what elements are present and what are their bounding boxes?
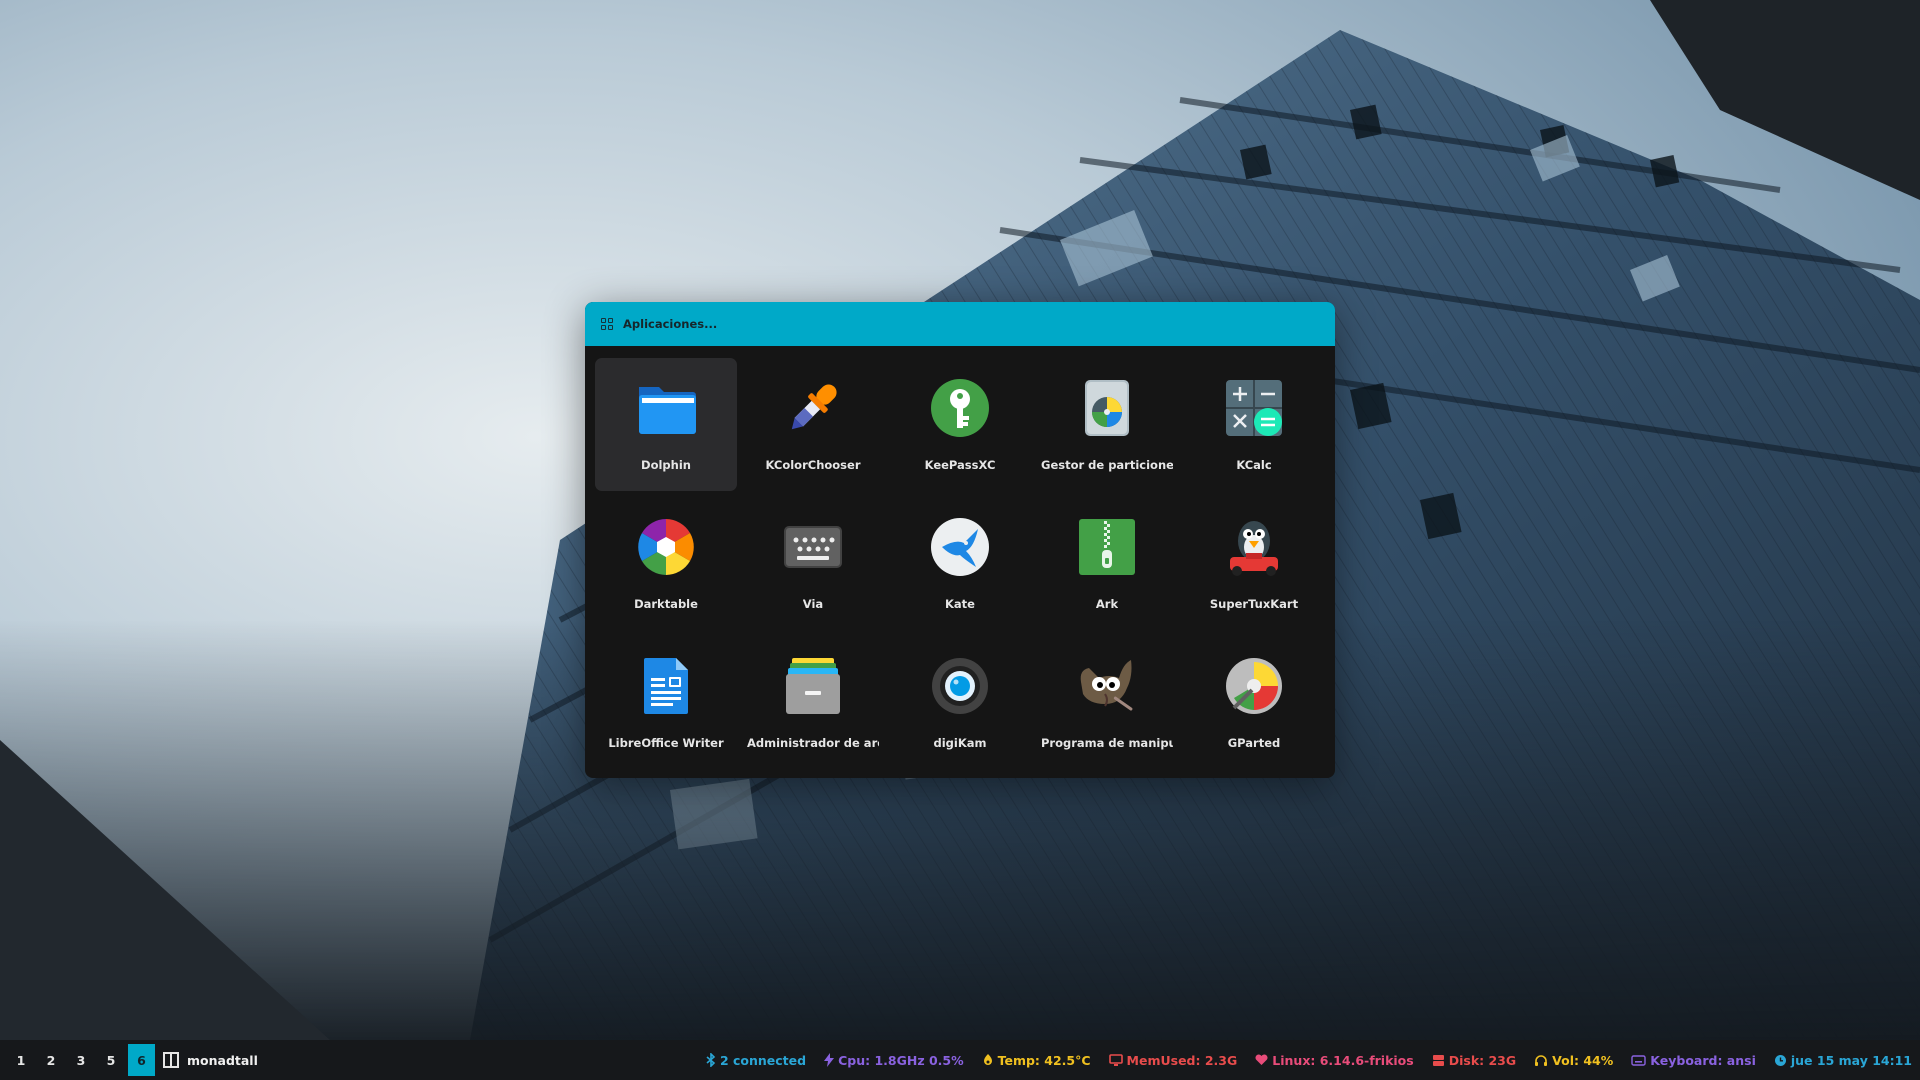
launcher-header[interactable]: Aplicaciones...	[585, 302, 1335, 346]
app-file-manager[interactable]: Administrador de arc...	[742, 636, 884, 769]
app-partitionmanager[interactable]: Gestor de particione...	[1036, 358, 1178, 491]
app-darktable[interactable]: Darktable	[595, 497, 737, 630]
memory-text: MemUsed: 2.3G	[1126, 1052, 1238, 1068]
app-dolphin[interactable]: Dolphin	[595, 358, 737, 491]
file-cabinet-icon	[781, 654, 845, 718]
disk-icon	[1432, 1054, 1444, 1066]
archive-zipper-icon	[1075, 515, 1139, 579]
keyboard-layout-text: Keyboard: ansi	[1650, 1052, 1756, 1068]
disk-widget[interactable]: Disk: 23G	[1432, 1053, 1516, 1068]
app-label: KeePassXC	[924, 458, 996, 472]
bluetooth-icon	[706, 1053, 716, 1067]
temp-text: Temp: 42.5°C	[997, 1052, 1091, 1068]
app-label: Kate	[945, 597, 975, 611]
bluetooth-widget[interactable]: 2 connected	[706, 1053, 806, 1068]
app-digikam[interactable]: digiKam	[889, 636, 1031, 769]
partition-manager-disk-icon	[1075, 376, 1139, 440]
keyboard-small-icon	[1631, 1054, 1646, 1066]
workspace-switcher: 1 2 3 5 6	[0, 1040, 155, 1080]
grid-icon	[601, 318, 613, 330]
keyboard-layout-widget[interactable]: Keyboard: ansi	[1631, 1053, 1756, 1068]
keepassxc-key-icon	[928, 376, 992, 440]
thermometer-icon	[983, 1054, 992, 1065]
app-label: KCalc	[1236, 458, 1272, 472]
gimp-wilber-icon	[1075, 654, 1139, 718]
writer-document-icon	[634, 654, 698, 718]
app-label: Dolphin	[641, 458, 691, 472]
temp-widget[interactable]: Temp: 42.5°C	[982, 1053, 1091, 1068]
clock-widget[interactable]: jue 15 may 14:11	[1774, 1053, 1912, 1068]
color-picker-icon	[781, 376, 845, 440]
cpu-widget[interactable]: Cpu: 1.8GHz 0.5%	[824, 1053, 964, 1068]
clock-text: jue 15 may 14:11	[1790, 1052, 1912, 1068]
launcher-title: Aplicaciones...	[623, 317, 718, 331]
layout-icon	[163, 1052, 179, 1068]
volume-widget[interactable]: Vol: 44%	[1534, 1053, 1613, 1068]
app-label: SuperTuxKart	[1209, 597, 1299, 611]
monitor-icon	[1108, 1053, 1123, 1066]
app-kate[interactable]: Kate	[889, 497, 1031, 630]
cpu-text: Cpu: 1.8GHz 0.5%	[838, 1052, 964, 1068]
bluetooth-text: 2 connected	[719, 1052, 807, 1068]
layout-indicator[interactable]: monadtall	[163, 1052, 258, 1068]
workspace-3[interactable]: 3	[66, 1044, 96, 1076]
app-gparted[interactable]: GParted	[1183, 636, 1325, 769]
bolt-icon	[824, 1053, 835, 1067]
keyboard-icon	[781, 515, 845, 579]
app-libreoffice-writer[interactable]: LibreOffice Writer	[595, 636, 737, 769]
app-label: digiKam	[933, 736, 987, 750]
kernel-text: Linux: 6.14.6-frikios	[1272, 1052, 1414, 1068]
app-gimp[interactable]: Programa de manipu...	[1036, 636, 1178, 769]
app-label: LibreOffice Writer	[608, 736, 724, 750]
app-kcalc[interactable]: KCalc	[1183, 358, 1325, 491]
workspace-2[interactable]: 2	[36, 1044, 66, 1076]
app-label: KColorChooser	[765, 458, 861, 472]
gparted-disk-icon	[1222, 654, 1286, 718]
workspace-1[interactable]: 1	[6, 1044, 36, 1076]
heart-icon	[1255, 1054, 1268, 1065]
app-ark[interactable]: Ark	[1036, 497, 1178, 630]
app-label: Programa de manipu...	[1041, 736, 1173, 750]
app-label: Darktable	[634, 597, 698, 611]
digikam-lens-icon	[928, 654, 992, 718]
clock-icon	[1774, 1054, 1786, 1066]
memory-widget[interactable]: MemUsed: 2.3G	[1108, 1052, 1238, 1068]
app-label: Gestor de particione...	[1041, 458, 1173, 472]
app-label: GParted	[1227, 736, 1281, 750]
app-label: Administrador de arc...	[747, 736, 879, 750]
folder-icon	[634, 376, 698, 440]
layout-name: monadtall	[187, 1052, 258, 1068]
app-grid: Dolphin KColorChooser KeePassXC Gestor d…	[595, 358, 1325, 769]
status-widgets: 2 connected Cpu: 1.8GHz 0.5% Temp: 42.5°…	[706, 1053, 1920, 1068]
app-via[interactable]: Via	[742, 497, 884, 630]
app-supertuxkart[interactable]: SuperTuxKart	[1183, 497, 1325, 630]
workspace-6[interactable]: 6	[128, 1044, 155, 1076]
app-label: Ark	[1095, 597, 1119, 611]
supertuxkart-tux-icon	[1222, 515, 1286, 579]
app-launcher-window: Aplicaciones... Dolphin KColorChooser Ke…	[585, 302, 1335, 778]
app-label: Via	[802, 597, 824, 611]
app-keepassxc[interactable]: KeePassXC	[889, 358, 1031, 491]
calculator-icon	[1222, 376, 1286, 440]
darktable-aperture-icon	[634, 515, 698, 579]
workspace-5[interactable]: 5	[96, 1044, 126, 1076]
headphones-icon	[1535, 1054, 1548, 1066]
kernel-widget[interactable]: Linux: 6.14.6-frikios	[1255, 1052, 1414, 1068]
volume-text: Vol: 44%	[1552, 1052, 1614, 1068]
status-bar: 1 2 3 5 6 monadtall 2 connected Cpu: 1.8…	[0, 1040, 1920, 1080]
kate-bird-icon	[928, 515, 992, 579]
app-kcolorchooser[interactable]: KColorChooser	[742, 358, 884, 491]
disk-text: Disk: 23G	[1448, 1052, 1517, 1068]
